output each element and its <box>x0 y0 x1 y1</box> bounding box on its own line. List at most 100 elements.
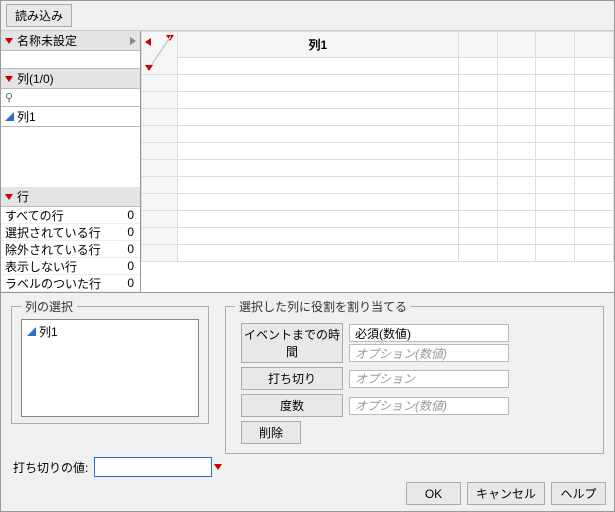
column-header[interactable] <box>497 32 536 58</box>
time-to-event-button[interactable]: イベントまでの時間 <box>241 323 343 363</box>
grid-cell[interactable] <box>497 228 536 245</box>
grid-cell[interactable] <box>178 194 459 211</box>
grid-cell[interactable] <box>178 211 459 228</box>
grid-cell[interactable] <box>536 177 575 194</box>
freq-button[interactable]: 度数 <box>241 394 343 417</box>
grid-cell[interactable] <box>497 245 536 262</box>
grid-cell[interactable] <box>497 211 536 228</box>
grid-cell[interactable] <box>458 245 497 262</box>
grid-cell[interactable] <box>497 92 536 109</box>
row-stat[interactable]: 除外されている行 0 <box>1 241 140 258</box>
data-grid[interactable]: 列1 <box>141 31 614 262</box>
grid-cell[interactable] <box>536 143 575 160</box>
row-header[interactable] <box>142 75 178 92</box>
row-stat[interactable]: ラベルのついた行 0 <box>1 275 140 292</box>
grid-cell[interactable] <box>178 58 459 75</box>
grid-cell[interactable] <box>536 109 575 126</box>
censor-value-input[interactable] <box>94 457 212 477</box>
grid-cell[interactable] <box>178 160 459 177</box>
delete-button[interactable]: 削除 <box>241 421 301 444</box>
grid-cell[interactable] <box>575 228 614 245</box>
grid-cell[interactable] <box>575 109 614 126</box>
name-filter-row[interactable] <box>1 51 140 69</box>
grid-cell[interactable] <box>536 58 575 75</box>
grid-cell[interactable] <box>536 92 575 109</box>
grid-cell[interactable] <box>536 228 575 245</box>
grid-cell[interactable] <box>178 109 459 126</box>
grid-cell[interactable] <box>497 160 536 177</box>
row-header[interactable] <box>142 228 178 245</box>
rows-header[interactable]: 行 <box>1 187 140 207</box>
row-header[interactable] <box>142 143 178 160</box>
grid-cell[interactable] <box>497 194 536 211</box>
column-header[interactable] <box>536 32 575 58</box>
grid-cell[interactable] <box>497 58 536 75</box>
grid-cell[interactable] <box>178 126 459 143</box>
grid-cell[interactable] <box>458 194 497 211</box>
grid-cell[interactable] <box>575 245 614 262</box>
grid-cell[interactable] <box>536 245 575 262</box>
grid-corner[interactable] <box>142 32 178 75</box>
row-header[interactable] <box>142 109 178 126</box>
slot-optional[interactable]: オプション <box>349 370 509 388</box>
column-search[interactable]: ⚲ <box>1 89 140 107</box>
cancel-button[interactable]: キャンセル <box>467 482 545 505</box>
slot-required[interactable]: 必須(数値) <box>349 324 509 342</box>
grid-cell[interactable] <box>575 194 614 211</box>
grid-cell[interactable] <box>575 58 614 75</box>
censor-button[interactable]: 打ち切り <box>241 367 343 390</box>
column-header[interactable] <box>575 32 614 58</box>
grid-cell[interactable] <box>458 92 497 109</box>
column-header[interactable] <box>458 32 497 58</box>
grid-cell[interactable] <box>458 75 497 92</box>
row-header[interactable] <box>142 194 178 211</box>
dropdown-icon[interactable] <box>214 464 222 470</box>
row-stat[interactable]: すべての行 0 <box>1 207 140 224</box>
grid-cell[interactable] <box>458 126 497 143</box>
name-header[interactable]: 名称未設定 <box>1 31 140 51</box>
grid-cell[interactable] <box>497 143 536 160</box>
grid-cell[interactable] <box>536 126 575 143</box>
grid-cell[interactable] <box>575 92 614 109</box>
load-button[interactable]: 読み込み <box>6 4 72 27</box>
row-stat[interactable]: 表示しない行 0 <box>1 258 140 275</box>
grid-cell[interactable] <box>178 177 459 194</box>
ok-button[interactable]: OK <box>406 482 461 505</box>
grid-cell[interactable] <box>536 211 575 228</box>
grid-cell[interactable] <box>178 228 459 245</box>
grid-cell[interactable] <box>497 126 536 143</box>
grid-cell[interactable] <box>536 160 575 177</box>
column-select-list[interactable]: 列1 <box>21 319 199 417</box>
row-header[interactable] <box>142 245 178 262</box>
column-item[interactable]: 列1 <box>1 107 140 127</box>
grid-cell[interactable] <box>536 75 575 92</box>
row-header[interactable] <box>142 126 178 143</box>
grid-cell[interactable] <box>458 160 497 177</box>
row-header[interactable] <box>142 177 178 194</box>
grid-cell[interactable] <box>178 75 459 92</box>
help-button[interactable]: ヘルプ <box>551 482 606 505</box>
grid-cell[interactable] <box>178 245 459 262</box>
slot-optional[interactable]: オプション(数値) <box>349 344 509 362</box>
columns-header[interactable]: 列(1/0) <box>1 69 140 89</box>
grid-cell[interactable] <box>575 177 614 194</box>
grid-cell[interactable] <box>458 58 497 75</box>
grid-cell[interactable] <box>497 177 536 194</box>
row-header[interactable] <box>142 211 178 228</box>
grid-cell[interactable] <box>536 194 575 211</box>
grid-cell[interactable] <box>575 211 614 228</box>
grid-cell[interactable] <box>458 143 497 160</box>
grid-cell[interactable] <box>497 109 536 126</box>
grid-cell[interactable] <box>458 211 497 228</box>
grid-cell[interactable] <box>458 228 497 245</box>
list-item[interactable]: 列1 <box>22 320 198 343</box>
grid-cell[interactable] <box>575 75 614 92</box>
grid-cell[interactable] <box>575 160 614 177</box>
row-header[interactable] <box>142 160 178 177</box>
grid-cell[interactable] <box>458 109 497 126</box>
row-stat[interactable]: 選択されている行 0 <box>1 224 140 241</box>
grid-cell[interactable] <box>178 92 459 109</box>
grid-cell[interactable] <box>575 143 614 160</box>
column-header[interactable]: 列1 <box>178 32 459 58</box>
grid-cell[interactable] <box>178 143 459 160</box>
